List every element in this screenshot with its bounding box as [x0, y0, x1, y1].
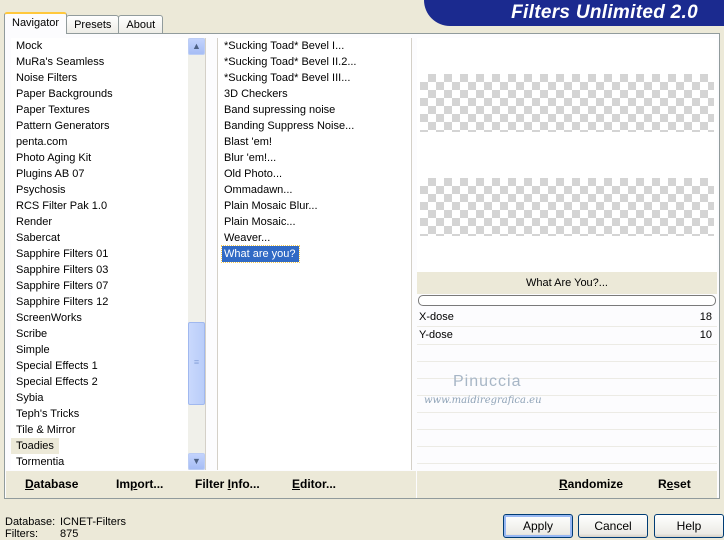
- category-item[interactable]: Pattern Generators: [11, 118, 189, 134]
- filter-item[interactable]: Plain Mosaic...: [218, 214, 411, 230]
- watermark-name: Pinuccia: [453, 373, 522, 390]
- category-item[interactable]: Scribe: [11, 326, 189, 342]
- tab-presets[interactable]: Presets: [66, 15, 120, 34]
- filter-item[interactable]: 3D Checkers: [218, 86, 411, 102]
- category-item[interactable]: Paper Textures: [11, 102, 189, 118]
- editor-button[interactable]: Editor...: [292, 477, 336, 491]
- filter-items: *Sucking Toad* Bevel I... *Sucking Toad* …: [218, 38, 411, 263]
- param-row: [417, 430, 717, 447]
- reset-button[interactable]: Reset: [658, 477, 691, 491]
- import-button[interactable]: Import...: [116, 477, 163, 491]
- param-value: 18: [699, 311, 712, 323]
- category-item[interactable]: Noise Filters: [11, 70, 189, 86]
- status-filters-value: 875: [60, 528, 79, 540]
- filter-item[interactable]: Banding Suppress Noise...: [218, 118, 411, 134]
- tab-bar: Navigator Presets About: [4, 12, 164, 34]
- param-row: [417, 413, 717, 430]
- apply-button[interactable]: Apply: [503, 514, 573, 538]
- category-item[interactable]: Toadies: [11, 438, 59, 454]
- category-item[interactable]: Simple: [11, 342, 189, 358]
- category-item[interactable]: Render: [11, 214, 189, 230]
- category-item[interactable]: Sybia: [11, 390, 189, 406]
- category-item[interactable]: Special Effects 1: [11, 358, 189, 374]
- preview-result: [420, 178, 714, 236]
- bottom-toolbar-right: Randomize Reset: [417, 471, 717, 498]
- filter-info-button[interactable]: Filter Info...: [195, 477, 260, 491]
- filter-item[interactable]: Ommadawn...: [218, 182, 411, 198]
- param-row: [417, 345, 717, 362]
- scroll-up-button[interactable]: ▲: [188, 38, 205, 55]
- filter-list[interactable]: *Sucking Toad* Bevel I... *Sucking Toad* …: [217, 38, 412, 470]
- param-row-y-dose[interactable]: Y-dose 10: [417, 327, 717, 345]
- category-scrollbar[interactable]: ▲ ≡ ▼: [188, 38, 205, 470]
- tab-about[interactable]: About: [118, 15, 164, 34]
- category-item[interactable]: RCS Filter Pak 1.0: [11, 198, 189, 214]
- category-item[interactable]: Sapphire Filters 07: [11, 278, 189, 294]
- filter-item[interactable]: Blast 'em!: [218, 134, 411, 150]
- filter-title: What Are You?...: [417, 272, 717, 294]
- category-item[interactable]: Mock: [11, 38, 189, 54]
- category-item[interactable]: Special Effects 2: [11, 374, 189, 390]
- category-list[interactable]: Mock MuRa's Seamless Noise Filters Paper Ba…: [11, 38, 206, 470]
- category-item[interactable]: Photo Aging Kit: [11, 150, 189, 166]
- scroll-thumb[interactable]: ≡: [188, 322, 205, 405]
- category-item[interactable]: Sapphire Filters 03: [11, 262, 189, 278]
- category-item[interactable]: Tile & Mirror: [11, 422, 189, 438]
- filter-item[interactable]: *Sucking Toad* Bevel I...: [218, 38, 411, 54]
- help-button[interactable]: Help: [654, 514, 724, 538]
- category-item[interactable]: ScreenWorks: [11, 310, 189, 326]
- randomize-button[interactable]: Randomize: [559, 477, 623, 491]
- category-item[interactable]: Plugins AB 07: [11, 166, 189, 182]
- progress-bar: [418, 295, 716, 306]
- category-item[interactable]: Sapphire Filters 01: [11, 246, 189, 262]
- category-item[interactable]: Psychosis: [11, 182, 189, 198]
- filter-item[interactable]: *Sucking Toad* Bevel II.2...: [218, 54, 411, 70]
- param-row: [417, 447, 717, 464]
- scroll-down-button[interactable]: ▼: [188, 453, 205, 470]
- filter-item[interactable]: Band supressing noise: [218, 102, 411, 118]
- category-item[interactable]: Teph's Tricks: [11, 406, 189, 422]
- status-info: Database: ICNET-Filters Filters: 875: [5, 516, 126, 540]
- cancel-button[interactable]: Cancel: [578, 514, 648, 538]
- filter-item[interactable]: Old Photo...: [218, 166, 411, 182]
- param-row-x-dose[interactable]: X-dose 18: [417, 309, 717, 327]
- status-filters-label: Filters:: [5, 528, 38, 540]
- param-label: X-dose: [419, 311, 454, 323]
- category-item[interactable]: Sabercat: [11, 230, 189, 246]
- database-button[interactable]: Database: [25, 477, 78, 491]
- filter-item[interactable]: Weaver...: [218, 230, 411, 246]
- category-item[interactable]: MuRa's Seamless: [11, 54, 189, 70]
- watermark-url: www.maidiregrafica.eu: [424, 395, 542, 406]
- status-database-value: ICNET-Filters: [60, 516, 126, 528]
- status-database-label: Database:: [5, 516, 56, 528]
- bottom-toolbar-left: Database Import... Filter Info... Editor…: [6, 471, 416, 498]
- preview-original: [420, 74, 714, 132]
- preview-pane: [417, 38, 717, 272]
- tab-navigator[interactable]: Navigator: [4, 12, 68, 34]
- category-item[interactable]: Paper Backgrounds: [11, 86, 189, 102]
- app-banner: Filters Unlimited 2.0: [424, 0, 724, 26]
- category-item[interactable]: Tormentia: [11, 454, 189, 470]
- category-item[interactable]: Sapphire Filters 12: [11, 294, 189, 310]
- filter-item[interactable]: What are you?: [221, 245, 300, 263]
- param-value: 10: [699, 329, 712, 341]
- category-item[interactable]: penta.com: [11, 134, 189, 150]
- filter-item[interactable]: Plain Mosaic Blur...: [218, 198, 411, 214]
- filter-item[interactable]: Blur 'em!...: [218, 150, 411, 166]
- param-label: Y-dose: [419, 329, 453, 341]
- filter-item[interactable]: *Sucking Toad* Bevel III...: [218, 70, 411, 86]
- category-items: Mock MuRa's Seamless Noise Filters Paper Ba…: [11, 38, 189, 470]
